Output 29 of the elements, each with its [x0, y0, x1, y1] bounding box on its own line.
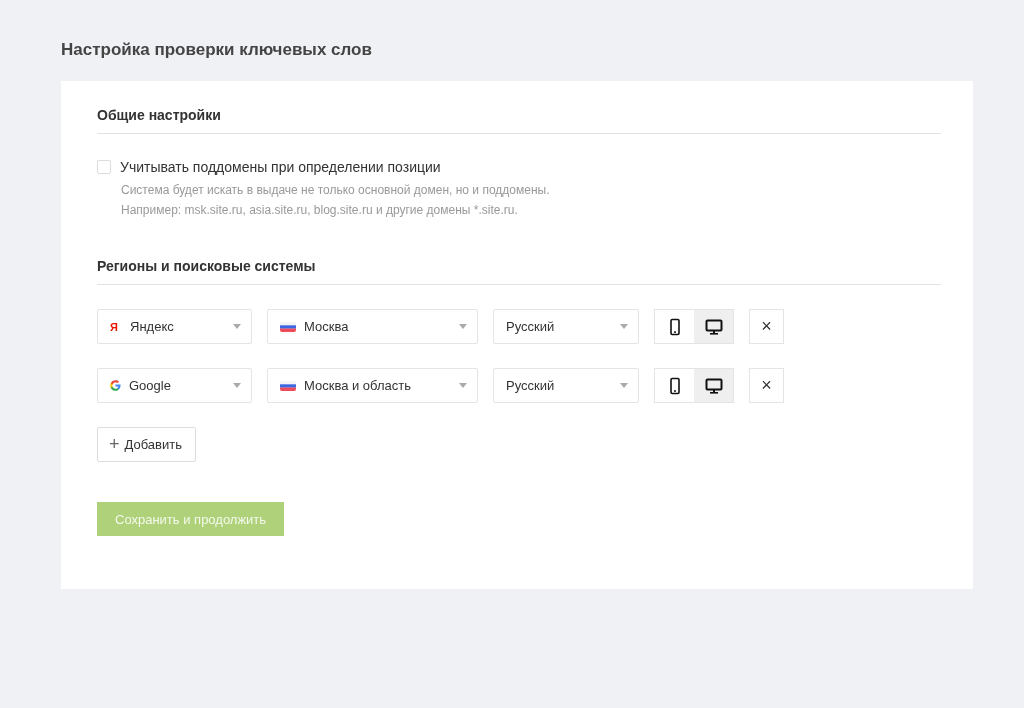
device-button[interactable] [694, 369, 733, 402]
google-logo-icon [110, 380, 121, 391]
hint-text: Система будет искать в выдаче не только основной домен, но и поддомены. Например: msk.site.ru, asia.site.ru, blog.site.ru и другие домены *.site.ru. [121, 182, 551, 219]
caret-icon [459, 324, 467, 329]
caret-icon [233, 383, 241, 388]
region-dropdown[interactable]: Москва и область [267, 368, 478, 403]
checkbox-label: Учитывать поддомены при определении позиции [120, 159, 441, 175]
remove-button[interactable]: × [749, 309, 784, 344]
remove-button[interactable]: × [749, 368, 784, 403]
monitor-icon [704, 317, 723, 336]
section-heading: Регионы и поисковые системы [97, 258, 941, 285]
caret-icon [620, 383, 628, 388]
section-heading: Общие настройки [97, 107, 941, 134]
language-dropdown[interactable]: Русский [493, 309, 639, 344]
flag-icon [280, 380, 296, 391]
caret-icon [620, 324, 628, 329]
flag-icon [280, 321, 296, 332]
add-button[interactable]: + Добавить [97, 427, 196, 462]
checkbox[interactable] [97, 160, 111, 174]
region-dropdown[interactable]: Москва [267, 309, 478, 344]
search-engine-dropdown[interactable]: Я Яндекс [97, 309, 252, 344]
caret-icon [459, 383, 467, 388]
caret-icon [233, 324, 241, 329]
language-dropdown[interactable]: Русский [493, 368, 639, 403]
device-button[interactable] [694, 310, 733, 343]
search-engine-dropdown[interactable]: Google [97, 368, 252, 403]
yandex-logo-icon: Я [110, 320, 122, 333]
page-title: Настройка проверки ключевых слов [61, 40, 373, 60]
monitor-icon [704, 376, 723, 395]
